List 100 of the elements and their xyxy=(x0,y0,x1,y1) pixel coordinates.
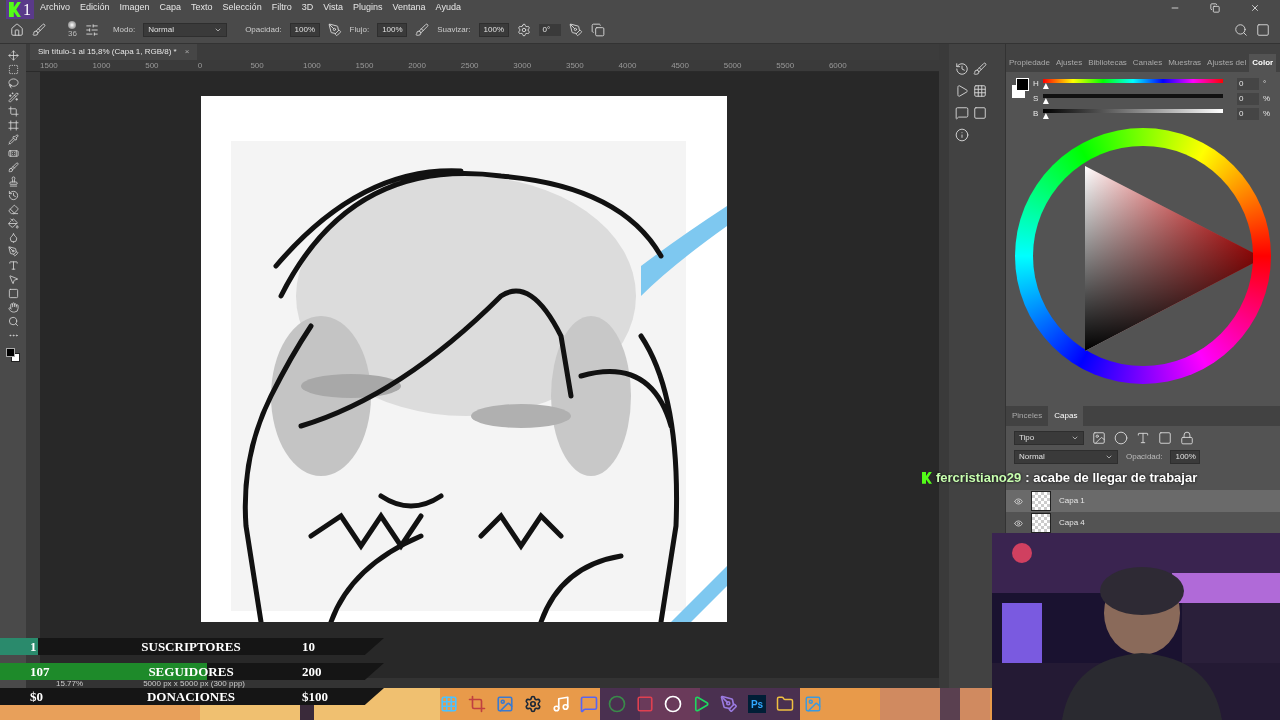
history-icon[interactable] xyxy=(955,62,969,76)
square-icon[interactable] xyxy=(973,106,987,120)
comment-icon[interactable] xyxy=(955,106,969,120)
info-icon[interactable] xyxy=(955,128,969,142)
chevron-down-icon[interactable] xyxy=(1071,434,1079,442)
visibility-icon[interactable] xyxy=(1014,496,1023,506)
menu-item[interactable]: Archivo xyxy=(40,1,70,15)
move-icon[interactable] xyxy=(7,50,19,61)
layer-row[interactable]: Capa 1 xyxy=(1006,490,1280,512)
search-icon[interactable] xyxy=(7,316,19,327)
droplet-icon[interactable] xyxy=(7,232,19,243)
type-icon[interactable] xyxy=(7,260,19,271)
blend-mode-dropdown[interactable]: Normal xyxy=(1014,450,1118,464)
shape-filter-icon[interactable] xyxy=(1158,431,1172,445)
eraser-icon[interactable] xyxy=(7,204,19,215)
goal-label: SEGUIDORES xyxy=(147,662,235,681)
close-icon[interactable] xyxy=(1250,3,1260,13)
color-slider[interactable] xyxy=(1042,79,1223,89)
paint-bucket-icon[interactable] xyxy=(7,218,19,229)
brush-icon[interactable] xyxy=(7,162,19,173)
home-icon[interactable] xyxy=(10,22,24,37)
smoothing-field[interactable]: 100% xyxy=(478,22,509,37)
angle-field[interactable]: 0° xyxy=(538,23,561,36)
symmetry-icon[interactable] xyxy=(590,22,605,37)
value-field[interactable]: 0 xyxy=(1236,78,1259,90)
image-filter-icon[interactable] xyxy=(1092,431,1106,445)
pen-app-icon[interactable] xyxy=(720,695,738,713)
brush-settings-icon[interactable] xyxy=(84,22,99,37)
crop-icon[interactable] xyxy=(7,106,19,117)
hand-icon[interactable] xyxy=(7,302,19,313)
menu-item[interactable]: Selección xyxy=(222,1,262,15)
panel-tab[interactable]: Ajustes xyxy=(1052,54,1086,72)
restore-icon[interactable] xyxy=(1210,3,1220,13)
menu-item[interactable]: Ventana xyxy=(392,1,426,15)
brush-icon[interactable] xyxy=(973,62,987,76)
layer-row[interactable]: Capa 4 xyxy=(1006,512,1280,534)
slider-thumb[interactable] xyxy=(1042,98,1049,104)
pointer-icon[interactable] xyxy=(7,274,19,285)
panel-tab[interactable]: Canales xyxy=(1129,54,1166,72)
grid-icon[interactable] xyxy=(973,84,987,98)
chevron-down-icon[interactable] xyxy=(1105,453,1113,461)
layer-filter-dropdown[interactable]: Tipo xyxy=(1014,431,1084,445)
marquee-icon[interactable] xyxy=(7,64,19,75)
type-filter-icon[interactable] xyxy=(1136,431,1150,445)
slider-thumb[interactable] xyxy=(1042,113,1049,119)
eyedropper-icon[interactable] xyxy=(7,134,19,145)
brush-icon[interactable] xyxy=(32,22,46,37)
airbrush-icon[interactable] xyxy=(415,22,430,37)
folder-icon[interactable] xyxy=(776,695,794,713)
pressure-icon[interactable] xyxy=(327,22,342,37)
menu-item[interactable]: Vista xyxy=(323,1,343,15)
menu-item[interactable]: Texto xyxy=(191,1,213,15)
color-swatches[interactable] xyxy=(6,348,20,362)
panel-tab[interactable]: Pinceles xyxy=(1006,406,1049,426)
mode-dropdown[interactable]: Normal xyxy=(143,22,228,37)
panel-tab[interactable]: Bibliotecas xyxy=(1085,54,1130,72)
stamp-icon[interactable] xyxy=(7,176,19,187)
pressure-size-icon[interactable] xyxy=(568,22,583,37)
frame-icon[interactable] xyxy=(7,120,19,131)
menu-item[interactable]: 3D xyxy=(301,1,314,15)
menu-item[interactable]: Ayuda xyxy=(435,1,461,15)
flow-label: Flujo: xyxy=(349,23,370,36)
menu-item[interactable]: Plugins xyxy=(353,1,383,15)
value-field[interactable]: 0 xyxy=(1236,93,1259,105)
lock-filter-icon[interactable] xyxy=(1180,431,1194,445)
pen-icon[interactable] xyxy=(7,246,19,257)
menu-item[interactable]: Filtro xyxy=(271,1,292,15)
workspace-icon[interactable] xyxy=(1256,22,1270,37)
menu-item[interactable]: Capa xyxy=(159,1,182,15)
history-brush-icon[interactable] xyxy=(7,190,19,201)
color-slider[interactable] xyxy=(1042,109,1223,119)
panel-tab[interactable]: Propiedade xyxy=(1006,54,1053,72)
brush-preview-icon[interactable] xyxy=(68,21,77,29)
slider-thumb[interactable] xyxy=(1042,83,1049,89)
panel-tab[interactable]: Color xyxy=(1249,54,1277,72)
rectangle-icon[interactable] xyxy=(7,288,19,299)
ruler-label: 3000 xyxy=(513,60,533,71)
adjustment-filter-icon[interactable] xyxy=(1114,431,1128,445)
play-icon[interactable] xyxy=(955,84,969,98)
opacity-field[interactable]: 100% xyxy=(289,22,320,37)
visibility-icon[interactable] xyxy=(1014,518,1023,528)
document-tab[interactable]: Sin título-1 al 15,8% (Capa 1, RGB/8) * × xyxy=(30,44,198,60)
flow-field[interactable]: 100% xyxy=(377,22,408,37)
panel-tab[interactable]: Muestras xyxy=(1165,54,1205,72)
color-slider[interactable] xyxy=(1042,94,1223,104)
lasso-icon[interactable] xyxy=(7,78,19,89)
magic-wand-icon[interactable] xyxy=(7,92,19,103)
panel-tab[interactable]: Capas xyxy=(1048,406,1084,426)
photoshop-app-icon[interactable]: Ps xyxy=(748,695,766,713)
search-icon[interactable] xyxy=(1234,22,1248,37)
settings-icon[interactable] xyxy=(516,22,531,37)
menu-item[interactable]: Imagen xyxy=(119,1,150,15)
unit-label: % xyxy=(1262,93,1270,105)
layer-opacity-field[interactable]: 100% xyxy=(1170,450,1201,464)
bandage-icon[interactable] xyxy=(7,148,19,159)
menu-item[interactable]: Edición xyxy=(80,1,110,15)
value-field[interactable]: 0 xyxy=(1236,108,1259,120)
ruler-label: 4000 xyxy=(618,60,638,71)
panel-tab[interactable]: Ajustes del xyxy=(1204,54,1250,72)
smoothing-label: Suavizar: xyxy=(437,23,471,36)
